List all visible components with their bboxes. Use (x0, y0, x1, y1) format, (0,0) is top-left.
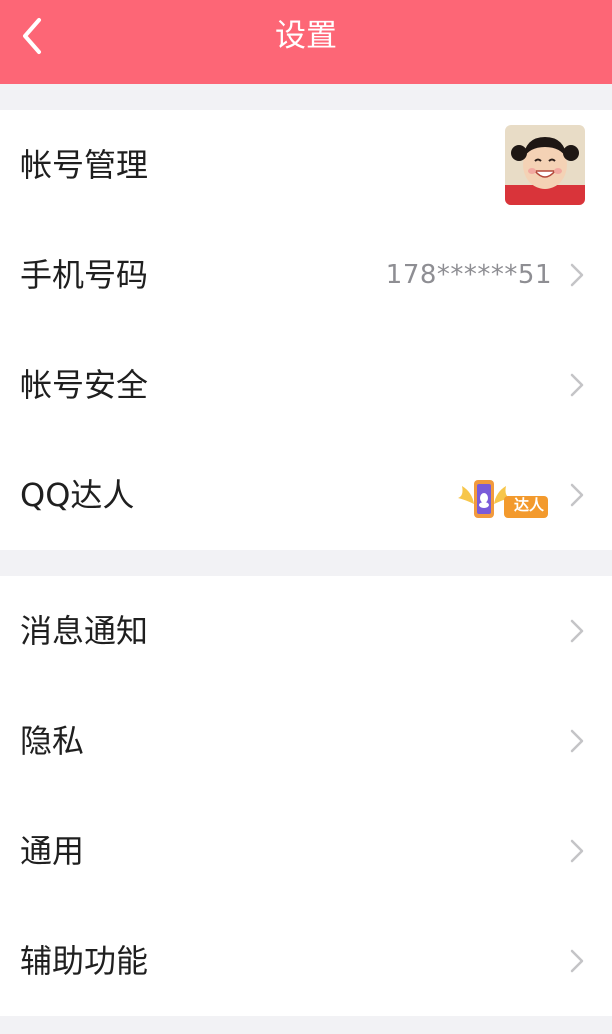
row-label: QQ达人 (20, 476, 135, 514)
chevron-right-icon (570, 949, 584, 973)
chevron-right-icon (570, 839, 584, 863)
header-bar: 设置 (0, 0, 612, 84)
row-notifications[interactable]: 消息通知 (0, 576, 612, 686)
row-label: 辅助功能 (20, 942, 149, 980)
avatar (505, 125, 585, 205)
row-label: 帐号安全 (20, 366, 149, 404)
row-account-security[interactable]: 帐号安全 (0, 330, 612, 440)
chevron-right-icon (570, 263, 584, 287)
row-label: 手机号码 (20, 256, 149, 294)
row-label: 隐私 (20, 722, 85, 760)
settings-group-general: 消息通知 隐私 通用 辅助功能 (0, 576, 612, 1016)
row-phone-number[interactable]: 手机号码 178******51 (0, 220, 612, 330)
row-label: 通用 (20, 832, 85, 870)
row-label: 帐号管理 (20, 146, 149, 184)
chevron-right-icon (570, 729, 584, 753)
row-qq-expert[interactable]: QQ达人 达人 (0, 440, 612, 550)
chevron-right-icon (570, 483, 584, 507)
row-label: 消息通知 (20, 612, 149, 650)
qq-expert-badge-text: 达人 (513, 496, 544, 514)
row-general[interactable]: 通用 (0, 796, 612, 906)
chevron-right-icon (570, 373, 584, 397)
settings-group-account: 帐号管理 手机号码 178******51 帐号安全 QQ达人 达人 (0, 110, 612, 550)
row-accessibility[interactable]: 辅助功能 (0, 906, 612, 1016)
phone-number-value: 178******51 (385, 260, 552, 290)
row-privacy[interactable]: 隐私 (0, 686, 612, 796)
chevron-right-icon (570, 619, 584, 643)
row-account-management[interactable]: 帐号管理 (0, 110, 612, 220)
page-title: 设置 (275, 18, 337, 54)
